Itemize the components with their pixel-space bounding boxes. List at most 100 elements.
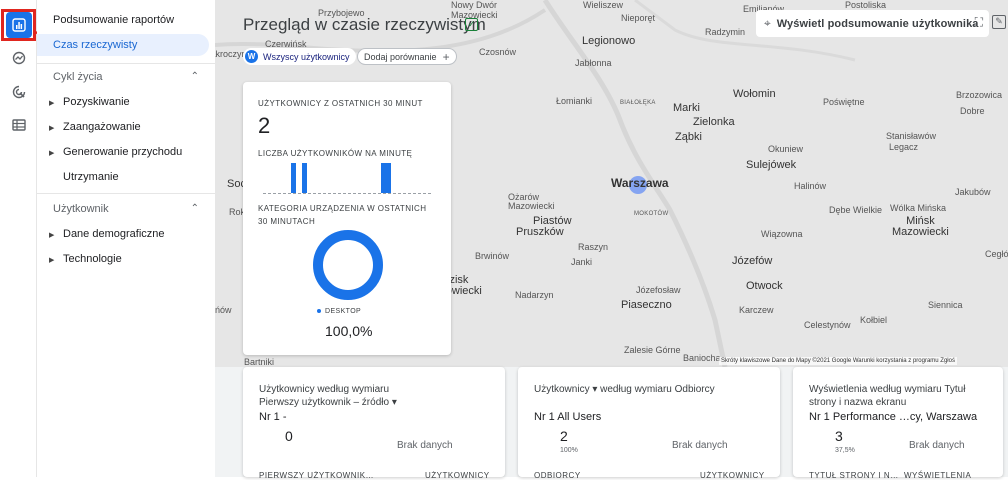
map-label: Okuniew xyxy=(768,144,804,154)
advertising-icon[interactable] xyxy=(6,79,32,105)
chart-baseline xyxy=(263,193,431,194)
col-header-left: PIERWSZY UŻYTKOWNIK… xyxy=(259,471,375,480)
map-label: Marki xyxy=(673,102,700,114)
card-first-user-source: Użytkownicy według wymiaru Pierwszy użyt… xyxy=(243,367,505,480)
map-label: Raszyn xyxy=(578,242,609,252)
map-label: Janki xyxy=(571,257,593,267)
per-minute-bar[interactable] xyxy=(291,163,296,193)
map-label: Legionowo xyxy=(582,35,636,47)
nav-technology-label: Technologie xyxy=(63,253,122,265)
map-attribution[interactable]: Skróty klawiszowe Dane do Mapy ©2021 Goo… xyxy=(719,357,957,365)
device-category-line2: 30 MINUTACH xyxy=(258,217,316,226)
card-top-value: 3 xyxy=(835,428,843,444)
nav-technology[interactable]: ▶ Technologie xyxy=(49,248,122,270)
col-header-right: UŻYTKOWNICY xyxy=(700,471,765,480)
map-label: Baniocha xyxy=(683,353,721,363)
map-label: Jakubów xyxy=(955,187,991,197)
nav-engagement-label: Zaangażowanie xyxy=(63,121,141,133)
nav-section-user[interactable]: Użytkownik ⌃ xyxy=(53,199,199,219)
user-snapshot-button[interactable]: ⌖ Wyświetl podsumowanie użytkownika ⛶ xyxy=(756,10,989,37)
card-page-title: Wyświetlenia według wymiaru Tytuł strony… xyxy=(793,367,1003,480)
expand-arrow-icon: ▶ xyxy=(49,257,55,264)
users-30-label: UŻYTKOWNICY Z OSTATNICH 30 MINUT xyxy=(258,99,423,108)
highlight-box xyxy=(1,9,36,41)
explore-icon[interactable] xyxy=(6,45,32,71)
nav-reports-summary[interactable]: Podsumowanie raportów xyxy=(53,9,174,31)
per-minute-bar[interactable] xyxy=(386,163,392,193)
map-label: Cegłów xyxy=(985,249,1008,259)
legend-dot xyxy=(317,309,321,314)
map-label: Mińsk Mazowiecki xyxy=(892,215,949,238)
map-label: MOKOTÓW xyxy=(634,211,669,217)
nav-divider xyxy=(37,193,215,194)
map-label: Wiązowna xyxy=(761,229,803,239)
configure-icon[interactable] xyxy=(6,112,32,138)
map-label: Celestynów xyxy=(804,320,851,330)
snapshot-icon: ⌖ xyxy=(764,16,771,30)
col-header-left: TYTUŁ STRONY I N… xyxy=(809,471,899,480)
card-title[interactable]: Wyświetlenia według wymiaru Tytuł xyxy=(809,384,965,395)
map-label: Zalesie Górne xyxy=(624,345,681,355)
card-dimension-selector[interactable]: strony i nazwa ekranu xyxy=(809,397,906,408)
device-percentage: 100,0% xyxy=(325,323,373,339)
icon-rail xyxy=(0,0,37,477)
col-header-right: WYŚWIETLENIA xyxy=(904,471,972,480)
card-title[interactable]: Użytkownicy według wymiaru xyxy=(259,384,389,395)
expand-arrow-icon: ▶ xyxy=(49,150,55,157)
map-label: Wołomin xyxy=(733,88,776,100)
expand-arrow-icon: ▶ xyxy=(49,125,55,132)
expand-arrow-icon: ▶ xyxy=(49,100,55,107)
nav-section-user-label: Użytkownik xyxy=(53,203,109,215)
card-nodata: Brak danych xyxy=(397,440,453,451)
realtime-users-card: UŻYTKOWNICY Z OSTATNICH 30 MINUT 2 LICZB… xyxy=(243,82,451,355)
nav-engagement[interactable]: ▶ Zaangażowanie xyxy=(49,116,141,138)
segment-badge: W xyxy=(245,50,258,63)
map-label: Pruszków xyxy=(516,226,564,238)
per-minute-bar[interactable] xyxy=(302,163,308,193)
map-label: Brzozowica xyxy=(956,90,1003,100)
map-label: Siennica xyxy=(928,300,963,310)
add-comparison-button[interactable]: Dodaj porównanie + xyxy=(357,48,457,65)
users-30-value: 2 xyxy=(258,113,271,138)
chevron-up-icon: ⌃ xyxy=(190,203,199,214)
map-label: Sulejówek xyxy=(746,159,797,171)
nav-demographics[interactable]: ▶ Dane demograficzne xyxy=(49,223,165,245)
map-label: Dobre xyxy=(960,106,985,116)
expand-arrow-icon: ▶ xyxy=(49,232,55,239)
nav-acquisition[interactable]: ▶ Pozyskiwanie xyxy=(49,91,130,113)
map-label: Wieliszew xyxy=(583,0,624,10)
card-top-value: 0 xyxy=(285,428,293,444)
map-label: Postoliska xyxy=(845,0,887,10)
card-top-item: Nr 1 Performance …cy, Warszawa xyxy=(809,411,978,423)
nav-monetization[interactable]: ▶ Generowanie przychodu xyxy=(49,141,182,163)
nav-realtime[interactable]: Czas rzeczywisty xyxy=(37,34,209,56)
card-audience: Użytkownicy ▾ według wymiaru Odbiorcy Nr… xyxy=(518,367,780,480)
map-label: Bartniki xyxy=(244,357,275,367)
map-label: Wólka Mińska xyxy=(890,203,947,213)
map-label: Ożarów Mazowiecki xyxy=(508,192,555,211)
device-category-line1: KATEGORIA URZĄDZENIA W OSTATNICH xyxy=(258,204,427,213)
fullscreen-icon[interactable]: ⛶ xyxy=(975,15,983,30)
card-dimension-selector[interactable]: Pierwszy użytkownik – źródło ▾ xyxy=(259,397,397,408)
card-top-pct: 100% xyxy=(560,447,578,454)
card-top-value: 2 xyxy=(560,428,568,444)
map-label: Piastów xyxy=(533,215,572,227)
per-minute-bar[interactable] xyxy=(380,163,386,193)
card-title[interactable]: Użytkownicy ▾ według wymiaru Odbiorcy xyxy=(534,384,715,395)
page-title: Przegląd w czasie rzeczywistym xyxy=(243,15,486,34)
map-label: Nieporęt xyxy=(621,13,656,23)
nav-divider xyxy=(37,63,215,64)
device-legend-label: DESKTOP xyxy=(325,308,362,315)
card-top-item: Nr 1 All Users xyxy=(534,411,602,423)
nav-section-lifecycle-label: Cykl życia xyxy=(53,71,103,83)
edit-icon[interactable]: ✎ xyxy=(992,15,1006,29)
card-top-item: Nr 1 - xyxy=(259,411,287,423)
nav-section-lifecycle[interactable]: Cykl życia ⌃ xyxy=(53,67,199,87)
map-label: Józefów xyxy=(732,255,773,267)
device-donut-chart[interactable] xyxy=(313,230,383,300)
segment-chip[interactable]: W Wszyscy użytkownicy xyxy=(243,48,356,65)
map-label: Zielonka xyxy=(693,116,735,128)
nav-retention[interactable]: Utrzymanie xyxy=(63,166,119,188)
map-label: Radzymin xyxy=(705,27,746,37)
map-label: Halinów xyxy=(794,181,827,191)
